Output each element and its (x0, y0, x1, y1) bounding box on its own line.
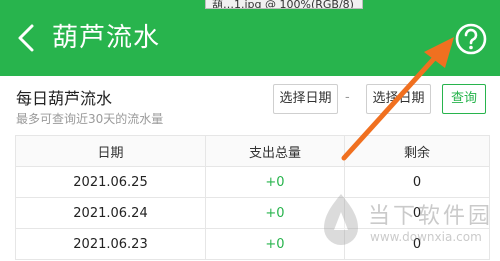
cell-date: 2021.06.24 (15, 197, 206, 229)
header-expense: 支出总量 (205, 135, 345, 167)
section-subtitle: 最多可查询近30天的流水量 (16, 112, 164, 126)
section-title: 每日葫芦流水 (16, 89, 113, 108)
table-header-row: 日期 支出总量 剩余 (15, 135, 490, 167)
question-circle-icon[interactable] (454, 22, 488, 56)
watermark: 当下软件园 www.downxia.com (318, 192, 498, 258)
cell-date: 2021.06.25 (15, 166, 206, 198)
date-separator: - (345, 90, 350, 105)
start-date-button[interactable]: 选择日期 (273, 84, 338, 114)
header-remain: 剩余 (344, 135, 490, 167)
page-title: 葫芦流水 (52, 23, 161, 53)
watermark-name: 当下软件园 (368, 204, 494, 229)
query-button[interactable]: 查询 (442, 84, 486, 114)
watermark-logo-icon (324, 194, 358, 245)
cell-date: 2021.06.23 (15, 228, 206, 260)
chevron-left-icon[interactable] (14, 22, 38, 54)
watermark-url: www.downxia.com (370, 230, 482, 244)
end-date-button[interactable]: 选择日期 (366, 84, 431, 114)
header-date: 日期 (15, 135, 206, 167)
file-tooltip: 葫…1.jpg @ 100%(RGB/8) (205, 0, 363, 9)
app-header: 葫芦流水 (0, 0, 500, 76)
